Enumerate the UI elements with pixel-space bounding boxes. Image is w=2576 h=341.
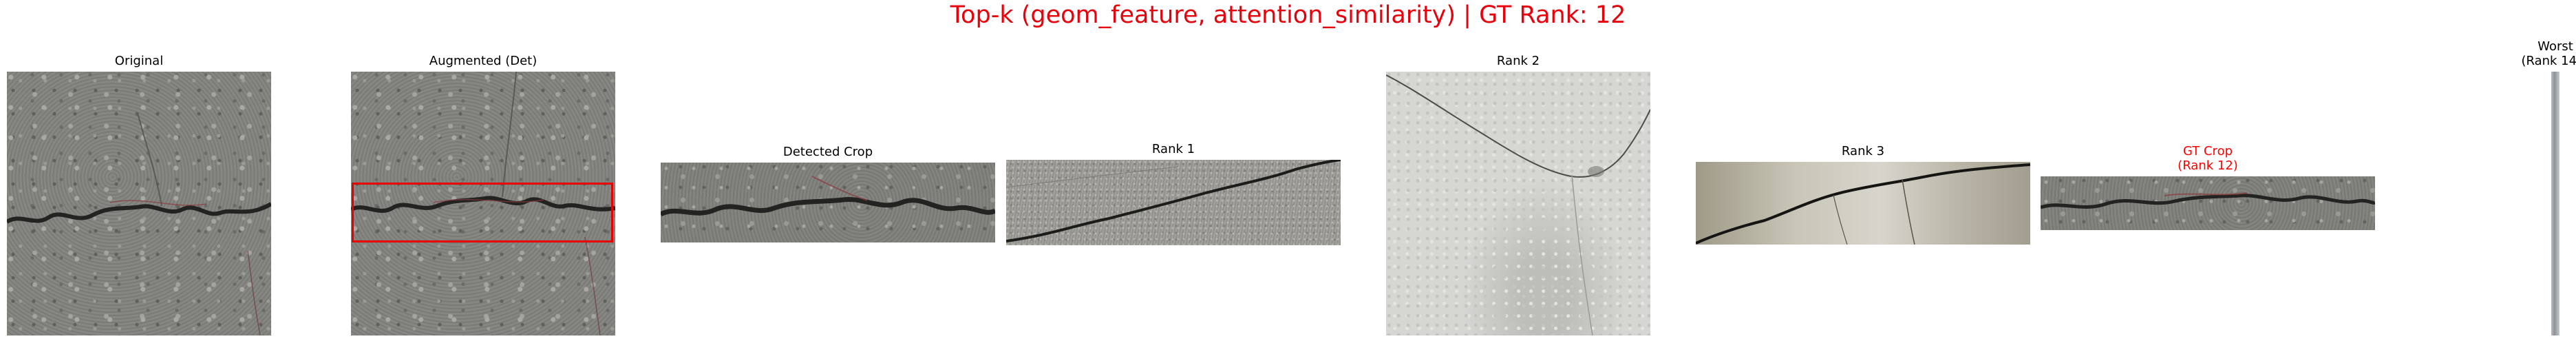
panel-label-worst: Worst (Rank 148) bbox=[2496, 39, 2576, 68]
rank2-image bbox=[1386, 72, 1650, 335]
panel-label-rank1: Rank 1 bbox=[1151, 142, 1195, 156]
panel-rank2: Rank 2 bbox=[1386, 54, 1650, 335]
panel-rank3: Rank 3 bbox=[1696, 144, 2030, 245]
worst-label-line1: Worst bbox=[2537, 39, 2573, 54]
original-image bbox=[7, 72, 271, 335]
panel-worst: Worst (Rank 148) bbox=[2521, 39, 2576, 335]
panel-label-original: Original bbox=[114, 54, 164, 68]
panel-label-gt-crop: GT Crop (Rank 12) bbox=[1999, 144, 2416, 173]
panel-label-augmented: Augmented (Det) bbox=[429, 54, 537, 68]
worst-image bbox=[2551, 72, 2559, 335]
panel-augmented: Augmented (Det) bbox=[351, 54, 615, 335]
panel-label-rank2: Rank 2 bbox=[1496, 54, 1540, 68]
gt-crop-label-line1: GT Crop bbox=[2182, 144, 2233, 158]
panel-rank1: Rank 1 bbox=[1006, 142, 1341, 245]
panel-detected-crop: Detected Crop bbox=[661, 145, 995, 242]
panel-original: Original bbox=[7, 54, 271, 335]
rank3-image bbox=[1696, 162, 2030, 245]
detected-crop-image bbox=[661, 163, 995, 242]
rank1-image bbox=[1006, 160, 1341, 245]
figure-title: Top-k (geom_feature, attention_similarit… bbox=[950, 1, 1626, 29]
worst-label-line2: (Rank 148) bbox=[2521, 54, 2576, 68]
panel-gt-crop: GT Crop (Rank 12) bbox=[2041, 144, 2375, 230]
gt-crop-image bbox=[2041, 176, 2375, 230]
detection-box bbox=[352, 183, 613, 242]
gt-crop-label-line2: (Rank 12) bbox=[2178, 158, 2238, 173]
